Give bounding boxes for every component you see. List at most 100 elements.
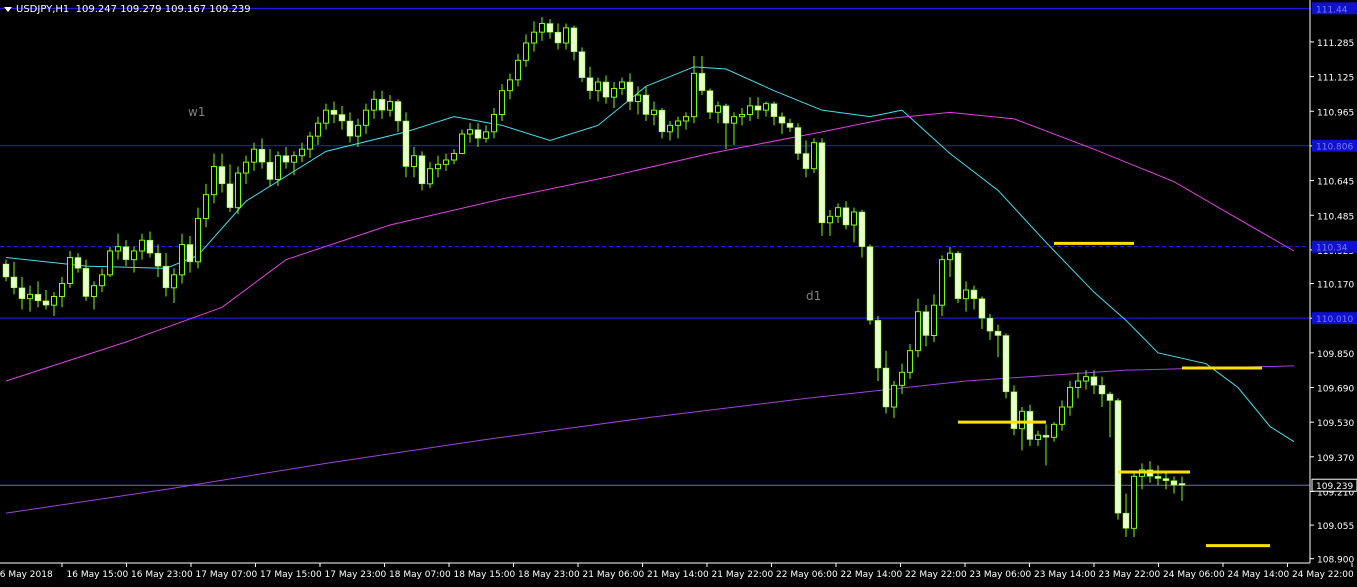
level-price-tag-label: 111.44: [1316, 5, 1348, 15]
candle-body-131: [1051, 423, 1057, 438]
collapse-triangle-icon[interactable]: [4, 6, 12, 12]
candle-body-42: [338, 114, 346, 122]
candle-body-1: [10, 276, 18, 289]
candle-body-75: [602, 81, 610, 98]
time-tick-label: 17 May 23:00: [325, 570, 387, 580]
price-tick-label: 111.125: [1317, 74, 1354, 84]
candle-body-8: [67, 257, 73, 284]
candle-body-43: [346, 120, 354, 137]
time-tick-label: 24 May 14:00: [1228, 570, 1290, 580]
candle-body-95: [763, 103, 769, 111]
candle-body-83: [667, 124, 673, 133]
candle-body-50: [402, 120, 410, 167]
time-tick-label: 21 May 06:00: [583, 570, 645, 580]
candle-body-49: [394, 101, 402, 122]
candle-body-125: [1002, 335, 1010, 393]
candle-body-59: [474, 129, 482, 139]
candle-body-96: [770, 103, 778, 117]
ohlc-values: 109.247 109.279 109.167 109.239: [75, 4, 251, 15]
candle-body-138: [1106, 393, 1114, 401]
candle-body-146: [1170, 480, 1178, 486]
candle-body-51: [411, 155, 417, 168]
candle-body-81: [651, 109, 657, 115]
candle-body-23: [186, 244, 194, 263]
chart-header: USDJPY,H1 109.247 109.279 109.167 109.23…: [4, 4, 251, 15]
candle-body-26: [211, 166, 217, 196]
candle-body-97: [778, 116, 786, 124]
candle-body-93: [747, 105, 753, 116]
candle-body-11: [91, 285, 97, 297]
moving-averages: [5, 66, 1295, 514]
candle-body-34: [275, 155, 281, 181]
candle-body-45: [363, 109, 369, 126]
candle-body-113: [907, 350, 913, 373]
price-tick-label: 108.900: [1317, 556, 1354, 566]
price-tick-label: 109.850: [1317, 350, 1354, 360]
time-tick-label: 17 May 07:00: [196, 570, 258, 580]
candle-body-116: [931, 304, 937, 336]
candle-body-117: [939, 259, 945, 306]
candle-body-134: [1075, 380, 1081, 388]
annotation-d1: d1: [806, 289, 821, 303]
candles: [2, 17, 1186, 537]
candle-body-74: [595, 81, 601, 92]
candle-body-62: [499, 90, 505, 115]
time-tick-label: 23 May 14:00: [1034, 570, 1096, 580]
candle-body-29: [235, 172, 241, 209]
candle-body-114: [915, 311, 921, 352]
candle-body-48: [387, 101, 393, 111]
candle-body-57: [459, 133, 465, 154]
candle-body-133: [1067, 387, 1073, 408]
candle-body-69: [554, 31, 562, 44]
candle-body-28: [226, 183, 234, 208]
candle-body-119: [954, 252, 962, 299]
candle-body-5: [42, 300, 50, 306]
candle-body-36: [291, 155, 297, 163]
candle-body-101: [811, 142, 817, 170]
candle-body-118: [947, 252, 953, 261]
candle-body-60: [483, 131, 489, 139]
candle-body-37: [299, 148, 305, 157]
level-price-tag-label: 110.806: [1316, 143, 1353, 153]
candle-body-132: [1059, 406, 1065, 425]
candle-body-100: [802, 153, 810, 169]
candle-body-91: [731, 116, 737, 124]
candle-body-25: [203, 194, 209, 220]
price-tick-label: 110.645: [1317, 178, 1354, 188]
candle-body-128: [1026, 411, 1034, 440]
candle-body-27: [218, 166, 226, 185]
time-tick-label: 22 May 14:00: [841, 570, 903, 580]
time-tick-label: 17 May 15:00: [260, 570, 322, 580]
candle-body-144: [1154, 476, 1162, 479]
candle-body-110: [882, 367, 890, 408]
time-tick-label: 23 May 06:00: [970, 570, 1032, 580]
candle-body-2: [18, 287, 26, 299]
time-tick-label: 16 May 2018: [0, 570, 53, 580]
time-tick-label: 18 May 07:00: [389, 570, 451, 580]
price-tick-label: 109.530: [1317, 419, 1354, 429]
candle-body-137: [1098, 385, 1106, 395]
candle-body-7: [59, 283, 65, 297]
time-tick-label: 16 May 15:00: [67, 570, 129, 580]
candle-body-24: [195, 218, 201, 263]
candle-body-87: [698, 73, 706, 91]
price-chart[interactable]: 111.285111.125110.965110.805110.645110.4…: [0, 0, 1357, 587]
candle-body-55: [443, 159, 449, 165]
candle-body-47: [378, 99, 386, 111]
candle-body-9: [74, 257, 82, 269]
time-tick-label: 23 May 22:00: [1099, 570, 1161, 580]
price-tick-label: 110.485: [1317, 212, 1354, 222]
candle-body-71: [570, 27, 578, 52]
price-tick-label: 109.690: [1317, 385, 1354, 395]
axes: 111.285111.125110.965110.805110.645110.4…: [0, 0, 1357, 580]
candle-body-20: [162, 265, 170, 289]
time-tick-label: 24 May 22:00: [1292, 570, 1354, 580]
candle-body-108: [866, 246, 874, 321]
candle-body-145: [1162, 478, 1170, 481]
time-tick-label: 21 May 22:00: [712, 570, 774, 580]
candle-body-38: [307, 135, 313, 150]
time-tick-label: 16 May 23:00: [131, 570, 193, 580]
candle-body-16: [131, 250, 137, 261]
candle-body-19: [154, 252, 162, 267]
price-tick-label: 110.170: [1317, 281, 1354, 291]
